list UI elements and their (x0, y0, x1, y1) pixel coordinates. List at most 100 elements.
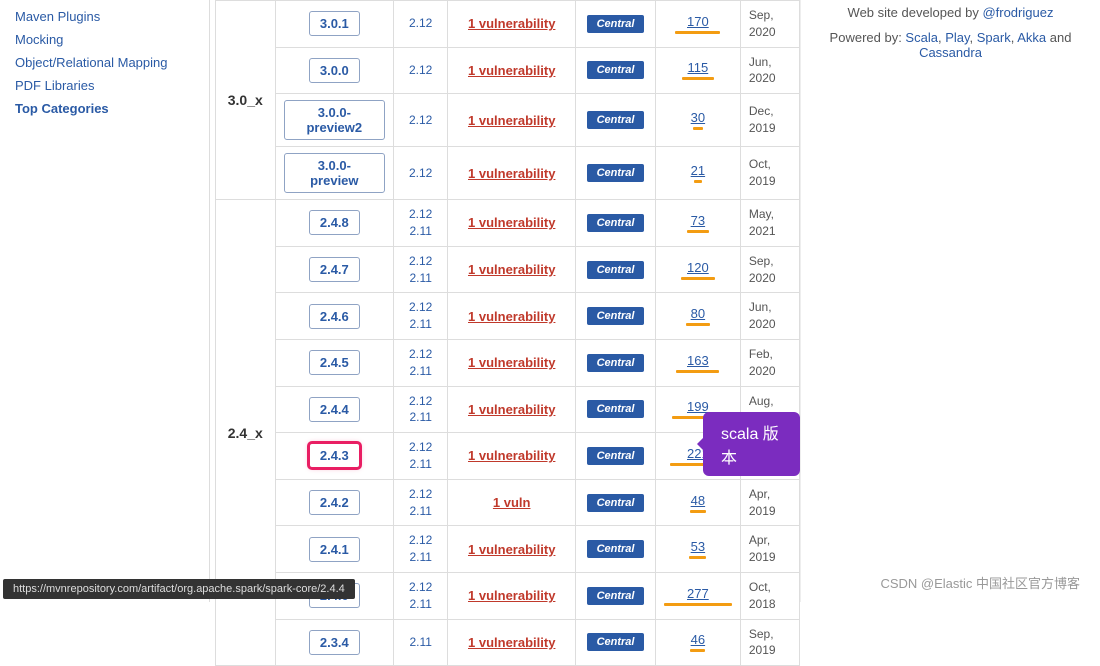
usages-link[interactable]: 73 (691, 213, 705, 228)
version-button[interactable]: 2.4.8 (309, 210, 360, 235)
version-button[interactable]: 2.3.4 (309, 630, 360, 655)
vulnerability-link[interactable]: 1 vulnerability (468, 16, 555, 31)
usages-bar (682, 77, 714, 80)
scala-link[interactable]: 2.12 (402, 165, 439, 182)
usages-link[interactable]: 80 (691, 306, 705, 321)
tech-link[interactable]: Play (945, 30, 969, 45)
usages-link[interactable]: 163 (687, 353, 709, 368)
developer-link[interactable]: @frodriguez (982, 5, 1053, 20)
usages-bar (687, 230, 709, 233)
scala-link[interactable]: 2.12 (402, 439, 439, 456)
scala-link[interactable]: 2.12 (402, 62, 439, 79)
scala-link[interactable]: 2.11 (402, 549, 439, 566)
vulnerability-link[interactable]: 1 vulnerability (468, 309, 555, 324)
scala-link[interactable]: 2.12 (402, 299, 439, 316)
version-button[interactable]: 2.4.6 (309, 304, 360, 329)
version-button[interactable]: 2.4.1 (309, 537, 360, 562)
repo-badge[interactable]: Central (587, 261, 645, 279)
repo-badge[interactable]: Central (587, 400, 645, 418)
vulnerability-link[interactable]: 1 vulnerability (468, 63, 555, 78)
usages-link[interactable]: 53 (691, 539, 705, 554)
tech-link[interactable]: Scala (905, 30, 938, 45)
scala-link[interactable]: 2.12 (402, 532, 439, 549)
usages-link[interactable]: 115 (688, 60, 709, 75)
vulnerability-link[interactable]: 1 vulnerability (468, 448, 555, 463)
usages-link[interactable]: 30 (691, 110, 705, 125)
scala-cell: 2.11 (394, 619, 448, 666)
version-button[interactable]: 3.0.1 (309, 11, 360, 36)
callout-annotation: scala 版本 (703, 412, 800, 476)
vulnerability-link[interactable]: 1 vulnerability (468, 635, 555, 650)
repo-badge[interactable]: Central (587, 61, 645, 79)
scala-link[interactable]: 2.11 (402, 223, 439, 240)
version-button[interactable]: 2.4.7 (309, 257, 360, 282)
sidebar-item-1[interactable]: Mocking (15, 28, 194, 51)
usages-link[interactable]: 21 (691, 163, 705, 178)
scala-link[interactable]: 2.12 (402, 486, 439, 503)
scala-cell: 2.122.11 (394, 339, 448, 386)
scala-link[interactable]: 2.11 (402, 270, 439, 287)
scala-link[interactable]: 2.12 (402, 346, 439, 363)
vulnerability-link[interactable]: 1 vulnerability (468, 262, 555, 277)
scala-cell: 2.122.11 (394, 526, 448, 573)
scala-link[interactable]: 2.12 (402, 15, 439, 32)
scala-link[interactable]: 2.11 (402, 409, 439, 426)
tech-link[interactable]: Spark (977, 30, 1011, 45)
date-cell: Sep,2020 (740, 1, 799, 48)
version-button[interactable]: 3.0.0-preview2 (284, 100, 386, 140)
repo-badge[interactable]: Central (587, 214, 645, 232)
scala-cell: 2.12 (394, 147, 448, 200)
date-cell: Oct,2018 (740, 572, 799, 619)
repo-badge[interactable]: Central (587, 111, 645, 129)
version-button[interactable]: 2.4.3 (309, 443, 360, 468)
usages-link[interactable]: 170 (687, 14, 709, 29)
sidebar-item-2[interactable]: Object/Relational Mapping (15, 51, 194, 74)
version-button[interactable]: 3.0.0 (309, 58, 360, 83)
repo-badge[interactable]: Central (587, 354, 645, 372)
date-cell: Apr,2019 (740, 479, 799, 526)
vulnerability-link[interactable]: 1 vulnerability (468, 588, 555, 603)
repo-badge[interactable]: Central (587, 540, 645, 558)
repo-badge[interactable]: Central (587, 164, 645, 182)
version-button[interactable]: 3.0.0-preview (284, 153, 386, 193)
scala-link[interactable]: 2.12 (402, 112, 439, 129)
scala-link[interactable]: 2.12 (402, 393, 439, 410)
tech-link[interactable]: Akka (1017, 30, 1046, 45)
tech-link[interactable]: Cassandra (919, 45, 982, 60)
repo-badge[interactable]: Central (587, 15, 645, 33)
table-row: 3.0.02.121 vulnerabilityCentral115Jun,20… (216, 47, 800, 94)
sidebar-item-0[interactable]: Maven Plugins (15, 5, 194, 28)
sidebar-item-3[interactable]: PDF Libraries (15, 74, 194, 97)
usages-link[interactable]: 277 (687, 586, 709, 601)
vulnerability-link[interactable]: 1 vulnerability (468, 402, 555, 417)
sidebar-item-4[interactable]: Top Categories (15, 97, 194, 120)
scala-link[interactable]: 2.12 (402, 579, 439, 596)
scala-link[interactable]: 2.12 (402, 253, 439, 270)
scala-link[interactable]: 2.11 (402, 596, 439, 613)
usages-link[interactable]: 120 (687, 260, 709, 275)
repo-badge[interactable]: Central (587, 587, 645, 605)
usages-link[interactable]: 48 (691, 493, 705, 508)
scala-link[interactable]: 2.12 (402, 206, 439, 223)
scala-link[interactable]: 2.11 (402, 634, 439, 651)
usages-link[interactable]: 46 (691, 632, 705, 647)
vulnerability-link[interactable]: 1 vulnerability (468, 355, 555, 370)
vulnerability-link[interactable]: 1 vulnerability (468, 166, 555, 181)
version-button[interactable]: 2.4.2 (309, 490, 360, 515)
scala-link[interactable]: 2.11 (402, 363, 439, 380)
repo-badge[interactable]: Central (587, 307, 645, 325)
version-button[interactable]: 2.4.5 (309, 350, 360, 375)
usages-bar (694, 180, 702, 183)
version-button[interactable]: 2.4.4 (309, 397, 360, 422)
table-row: 2.4.52.122.111 vulnerabilityCentral163Fe… (216, 339, 800, 386)
vulnerability-link[interactable]: 1 vuln (493, 495, 531, 510)
repo-badge[interactable]: Central (587, 447, 645, 465)
vulnerability-link[interactable]: 1 vulnerability (468, 542, 555, 557)
scala-link[interactable]: 2.11 (402, 456, 439, 473)
scala-link[interactable]: 2.11 (402, 316, 439, 333)
repo-badge[interactable]: Central (587, 633, 645, 651)
vulnerability-link[interactable]: 1 vulnerability (468, 113, 555, 128)
vulnerability-link[interactable]: 1 vulnerability (468, 215, 555, 230)
repo-badge[interactable]: Central (587, 494, 645, 512)
scala-link[interactable]: 2.11 (402, 503, 439, 520)
